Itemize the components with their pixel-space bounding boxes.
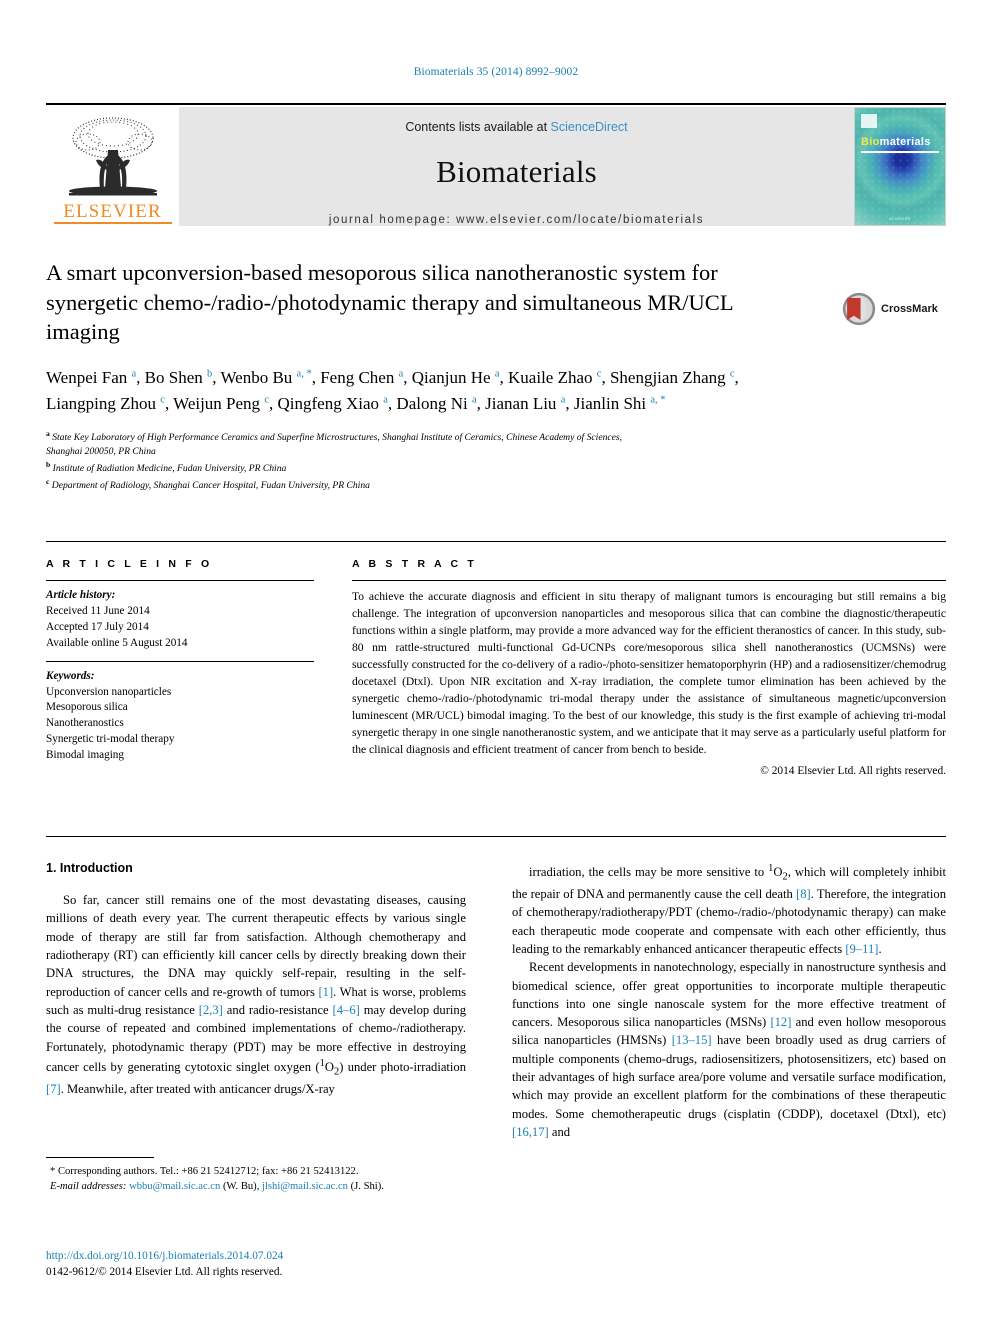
elsevier-wordmark: ELSEVIER [63, 201, 162, 222]
intro-paragraph-1: So far, cancer still remains one of the … [46, 893, 467, 1096]
abstract-text: To achieve the accurate diagnosis and ef… [352, 590, 946, 757]
sciencedirect-link[interactable]: ScienceDirect [551, 120, 628, 134]
history-item: Available online 5 August 2014 [46, 636, 188, 649]
running-head: Biomaterials 35 (2014) 8992–9002 [413, 66, 579, 78]
cover-title-rest: materials [879, 136, 931, 148]
email-owner-2: (J. Shi). [350, 1181, 384, 1193]
affiliation-mark: a [46, 429, 50, 439]
crossmark-label: CrossMark [881, 303, 938, 315]
article-history-label: Article history: [46, 589, 116, 601]
body-column-left: 1. Introduction So far, cancer still rem… [46, 861, 466, 1098]
affiliation-item: a State Key Laboratory of High Performan… [46, 429, 623, 444]
email-line: E-mail addresses: wbbu@mail.sic.ac.cn (W… [46, 1179, 466, 1194]
cover-footer-text: ELSEVIER [889, 216, 911, 221]
article-history-group: Article history: Received 11 June 2014 A… [46, 588, 314, 652]
body-column-right: irradiation, the cells may be more sensi… [512, 861, 946, 1141]
author-list: Wenpei Fan a, Bo Shen b, Wenbo Bu a, *, … [46, 368, 739, 414]
affiliation-list: a State Key Laboratory of High Performan… [46, 428, 846, 493]
journal-homepage-link[interactable]: journal homepage: www.elsevier.com/locat… [329, 214, 704, 226]
history-item: Accepted 17 July 2014 [46, 620, 149, 633]
cover-title-underline [861, 151, 939, 153]
cover-publisher-mark-icon [861, 114, 877, 128]
doi-link[interactable]: http://dx.doi.org/10.1016/j.biomaterials… [46, 1248, 546, 1264]
journal-title: Biomaterials [436, 154, 597, 189]
title-block: A smart upconversion-based mesoporous si… [46, 258, 946, 493]
cover-title-bio: Bio [861, 136, 880, 148]
footnote-rule [46, 1157, 154, 1158]
corresponding-author-line: * Corresponding authors. Tel.: +86 21 52… [50, 1166, 359, 1177]
journal-masthead: ELSEVIER Contents lists available at Sci… [46, 103, 946, 226]
cover-title: Biomaterials [861, 136, 931, 148]
abstract-column: A B S T R A C T To achieve the accurate … [352, 558, 946, 777]
intro-paragraph-3: Recent developments in nanotechnology, e… [512, 960, 947, 1140]
email-label: E-mail addresses: [50, 1181, 127, 1193]
crossmark-icon [842, 292, 876, 326]
abstract-heading: A B S T R A C T [352, 558, 477, 570]
intro-paragraph-2: irradiation, the cells may be more sensi… [512, 863, 947, 956]
introduction-heading: 1. Introduction [46, 861, 133, 875]
corresponding-author-footnote: * Corresponding authors. Tel.: +86 21 52… [46, 1157, 466, 1194]
article-info-rule-1 [46, 580, 314, 581]
elsevier-tree-icon [68, 117, 157, 196]
email-link-2[interactable]: jlshi@mail.sic.ac.cn [262, 1181, 348, 1192]
keywords-group: Keywords: Upconversion nanoparticles Mes… [46, 669, 314, 764]
email-link-1[interactable]: wbbu@mail.sic.ac.cn [129, 1181, 220, 1192]
article-info-rule-2 [46, 660, 314, 662]
keywords-label: Keywords: [46, 669, 95, 682]
section-divider-top [46, 541, 946, 542]
affiliation-item: c Department of Radiology, Shanghai Canc… [46, 477, 370, 492]
issn-copyright-line: 0142-9612/© 2014 Elsevier Ltd. All right… [46, 1266, 283, 1279]
keyword-item: Nanotheranostics [46, 717, 124, 730]
email-owner-1: (W. Bu), [222, 1181, 260, 1193]
footer-doi-block: http://dx.doi.org/10.1016/j.biomaterials… [46, 1248, 546, 1281]
history-item: Received 11 June 2014 [46, 604, 150, 617]
copyright-line: © 2014 Elsevier Ltd. All rights reserved… [760, 765, 946, 778]
contents-list-line: Contents lists available at ScienceDirec… [405, 120, 627, 134]
keyword-item: Synergetic tri-modal therapy [46, 733, 175, 746]
affiliation-item: b Institute of Radiation Medicine, Fudan… [46, 460, 287, 475]
affiliation-mark: b [46, 460, 51, 470]
section-divider-body [46, 836, 946, 837]
page-title: A smart upconversion-based mesoporous si… [46, 260, 733, 345]
crossmark-badge[interactable]: CrossMark [842, 286, 946, 332]
article-info-heading: A R T I C L E I N F O [46, 558, 213, 570]
keyword-item: Mesoporous silica [46, 701, 128, 714]
journal-cover-thumbnail[interactable]: Biomaterials ELSEVIER [854, 107, 946, 226]
elsevier-rule [53, 222, 172, 224]
article-info-column: A R T I C L E I N F O Article history: R… [46, 558, 314, 773]
elsevier-logo: ELSEVIER [46, 107, 179, 226]
abstract-rule [352, 580, 946, 581]
journal-header-panel: Contents lists available at ScienceDirec… [179, 107, 854, 226]
affiliation-mark: c [46, 477, 50, 487]
keyword-item: Upconversion nanoparticles [46, 685, 172, 698]
keyword-item: Bimodal imaging [46, 749, 124, 762]
contents-prefix: Contents lists available at [405, 120, 551, 134]
paper-page: Biomaterials 35 (2014) 8992–9002 ELSEVIE… [0, 0, 992, 1323]
affiliation-item: Shanghai 200050, PR China [46, 446, 156, 458]
